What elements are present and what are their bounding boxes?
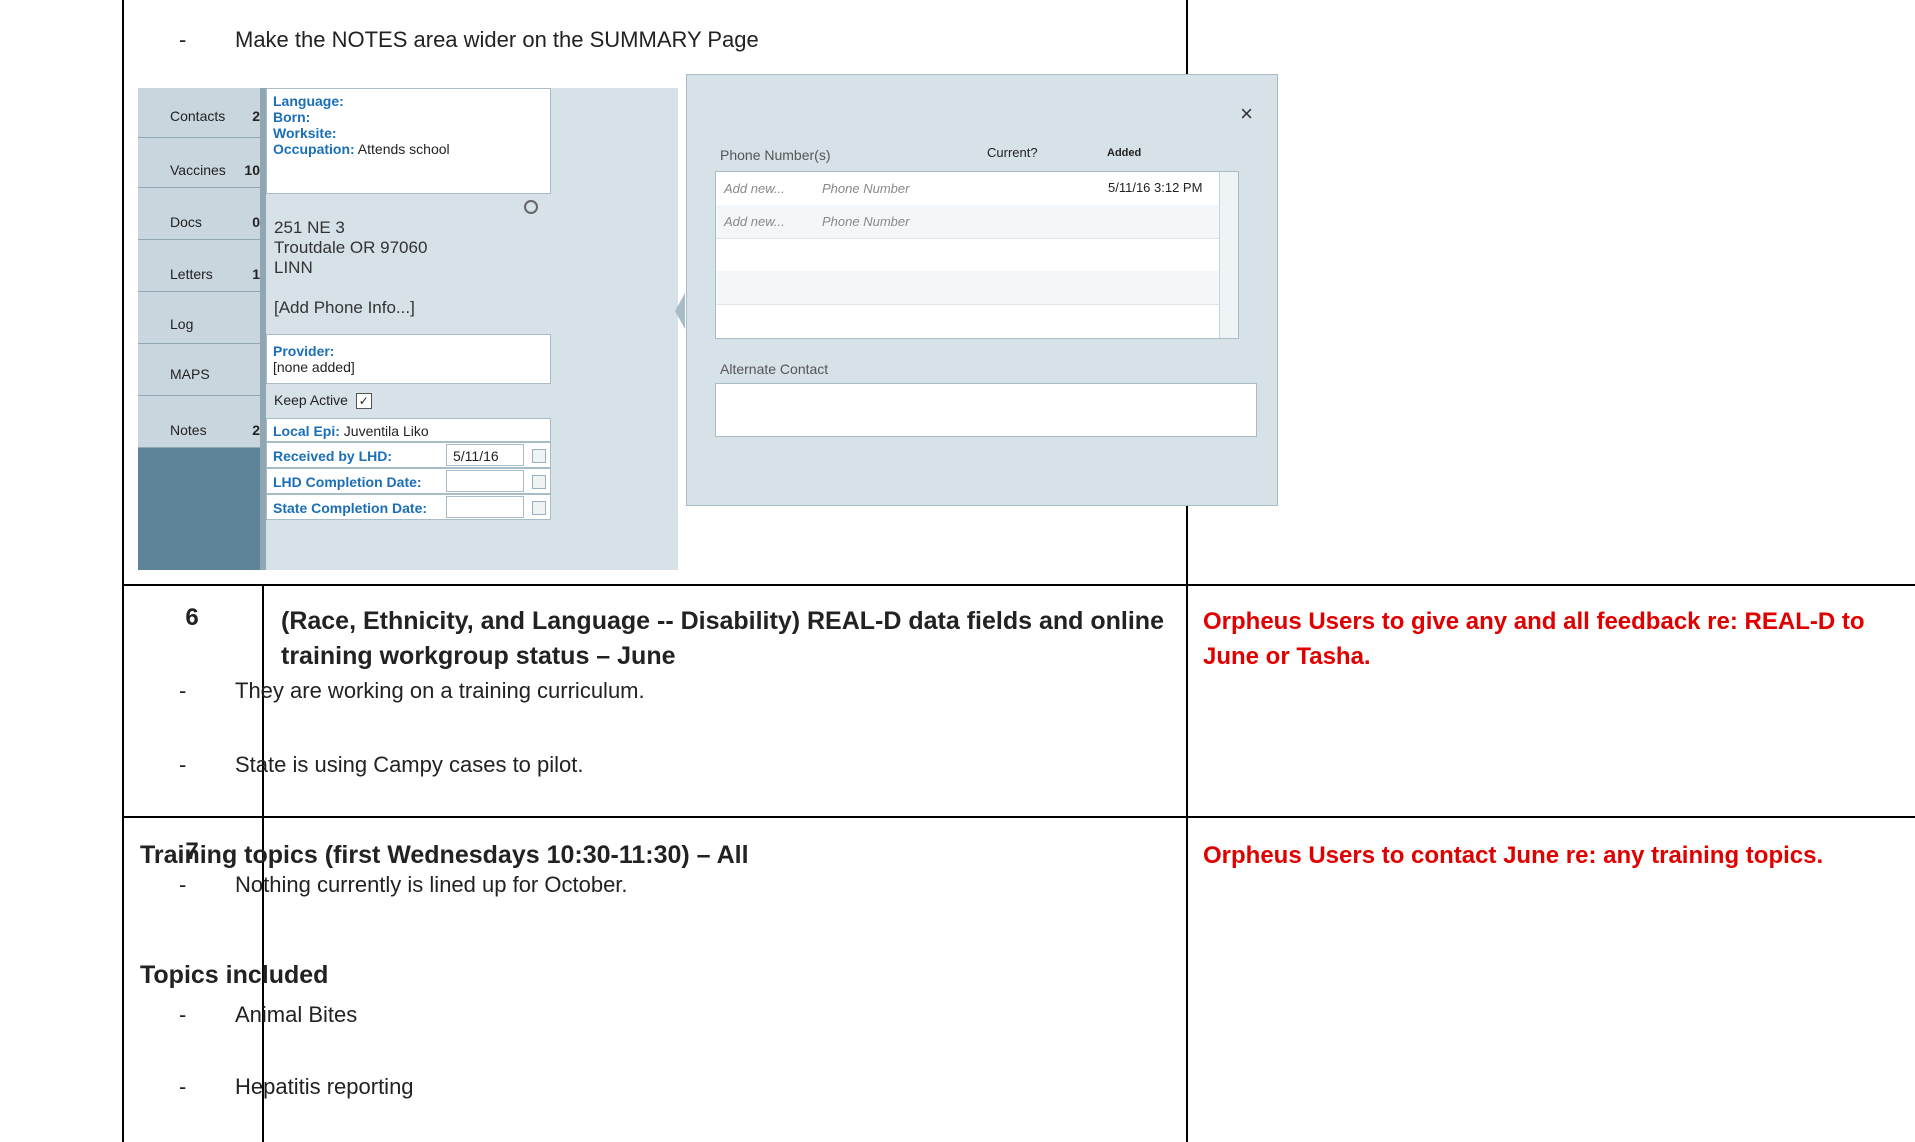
sidebar-item-vaccines[interactable]: Vaccines 10 [138,138,266,188]
received-date-field[interactable]: 5/11/16 [446,444,524,466]
keep-active-row: Keep Active ✓ [274,392,372,410]
phone-row[interactable]: Add new... Phone Number 5/11/16 3:12 PM [716,172,1238,206]
row6-number: 6 [185,604,199,631]
row6-bullet-2: - State is using Campy cases to pilot. [179,752,584,777]
state-calendar-icon[interactable] [532,501,546,515]
provider-box: Provider: [none added] [266,334,551,384]
received-label: Received by LHD: [273,448,393,464]
phone-row-empty [716,271,1238,305]
phone-header: Phone Number(s) [720,147,831,163]
table-border-left [122,0,124,1142]
keep-active-checkbox[interactable]: ✓ [355,393,372,410]
keep-active-label: Keep Active [274,392,348,408]
phone-grid-scrollbar[interactable] [1219,172,1238,338]
row-divider-5-6 [122,584,1915,586]
row6-action: Orpheus Users to give any and all feedba… [1203,608,1865,670]
summary-panel: Language: Born: Worksite: Occupation: At… [266,88,678,570]
popup-pointer [675,293,685,329]
row7-action: Orpheus Users to contact June re: any tr… [1203,842,1824,869]
row7-bullet: - Nothing currently is lined up for Octob… [179,872,628,897]
provider-value: [none added] [273,359,355,375]
row7-title: Training topics (first Wednesdays 10:30-… [140,841,749,869]
state-completion-label: State Completion Date: [273,500,428,516]
screenshot-sidebar: Contacts 2 Vaccines 10 Docs 0 Letters 1 Log … [138,88,266,570]
phone-grid: Add new... Phone Number 5/11/16 3:12 PM … [715,171,1239,339]
occupation-value: Attends school [357,141,450,157]
language-label: Language: [273,93,344,109]
phone-row[interactable]: Add new... Phone Number [716,205,1238,239]
local-epi-box: Local Epi: Juventila Liko [266,418,551,442]
received-calendar-icon[interactable] [532,449,546,463]
close-icon[interactable]: × [1240,101,1253,127]
phone-row-empty [716,238,1238,272]
sidebar-item-maps[interactable]: MAPS [138,344,266,396]
sidebar-item-letters[interactable]: Letters 1 [138,240,266,292]
phone-popup: × Phone Number(s) Current? Added Add new… [686,74,1278,506]
added-header: Added [1107,147,1142,159]
embedded-screenshot: Contacts 2 Vaccines 10 Docs 0 Letters 1 Log … [138,74,1278,570]
state-completion-date-field[interactable] [446,496,524,518]
occupation-label: Occupation: [273,141,355,157]
born-label: Born: [273,109,311,125]
row6-bullet-1: - They are working on a training curricul… [179,678,645,703]
add-phone-link[interactable]: [Add Phone Info...] [274,298,415,318]
local-epi-label: Local Epi: [273,423,340,439]
row7-topic-2: - Hepatitis reporting [179,1074,414,1099]
address-line3: LINN [274,258,313,277]
local-epi-value: Juventila Liko [343,423,429,439]
row6-title: (Race, Ethnicity, and Language -- Disabi… [281,607,1164,670]
provider-label: Provider: [273,343,335,359]
globe-icon[interactable] [524,200,538,214]
alternate-contact-label: Alternate Contact [720,361,829,377]
lhd-completion-date-field[interactable] [446,470,524,492]
address-line1: 251 NE 3 [274,218,345,237]
row5-bullet: - Make the NOTES area wider on the SUMMAR… [179,27,759,52]
document-table: - Make the NOTES area wider on the SUMMAR… [0,0,1915,1142]
sidebar-item-docs[interactable]: Docs 0 [138,188,266,240]
address-line2: Troutdale OR 97060 [274,238,428,257]
info-box: Language: Born: Worksite: Occupation: At… [266,88,551,194]
lhd-completion-label: LHD Completion Date: [273,474,422,490]
row7-subheading: Topics included [140,961,329,989]
row-divider-6-7 [122,816,1915,818]
sidebar-item-log[interactable]: Log [138,292,266,344]
lhd-calendar-icon[interactable] [532,475,546,489]
worksite-label: Worksite: [273,125,337,141]
row7-topic-1: - Animal Bites [179,1002,358,1027]
alternate-contact-input[interactable] [715,383,1257,437]
sidebar-item-notes[interactable]: Notes 2 [138,396,266,448]
current-header: Current? [987,145,1038,160]
sidebar-item-contacts[interactable]: Contacts 2 [138,88,266,138]
